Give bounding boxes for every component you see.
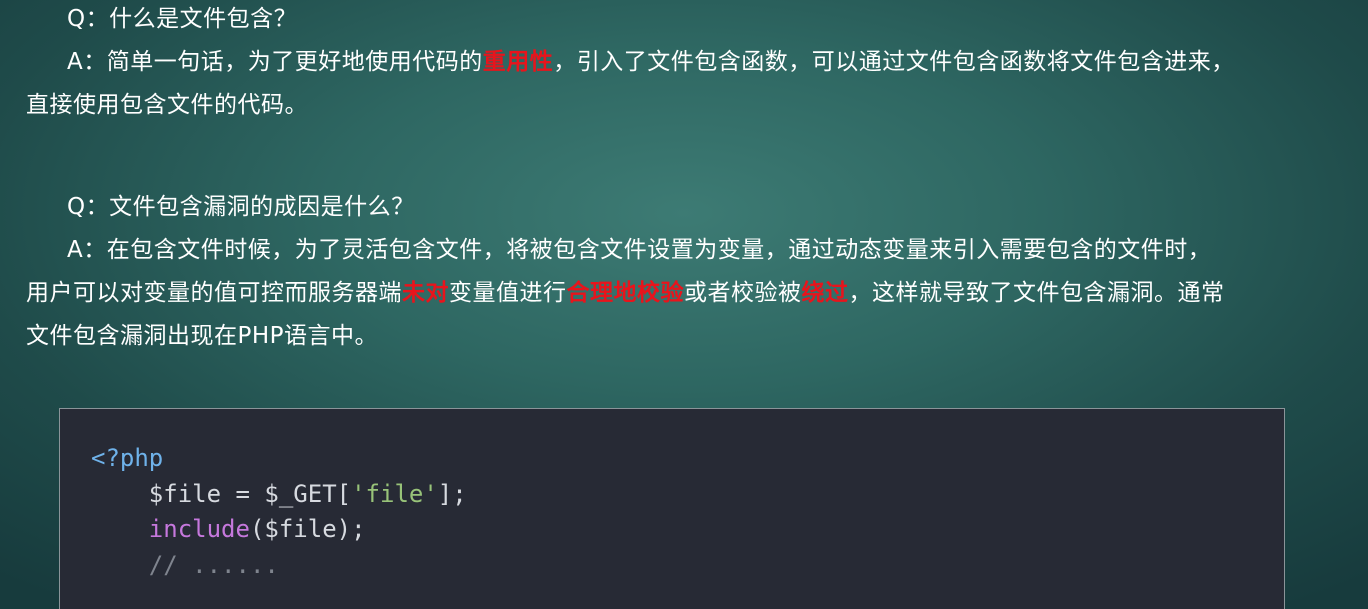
answer-segment: 用户可以对变量的值可控而服务器端	[26, 280, 402, 306]
code-block: <?php $file = $_GET['file']; include($fi…	[59, 408, 1285, 609]
answer-segment: ，引入了文件包含函数，可以通过文件包含函数将文件包含进来，	[553, 49, 1235, 75]
answer-text-continued: 直接使用包含文件的代码。	[26, 92, 308, 118]
answer-text-end: 文件包含漏洞出现在PHP语言中。	[26, 323, 379, 349]
answer-text-continued: 用户可以对变量的值可控而服务器端未对变量值进行合理地校验或者校验被绕过，这样就导…	[26, 272, 1346, 315]
highlight-bypassed: 绕过	[801, 280, 849, 306]
answer-text: A：在包含文件时候，为了灵活包含文件，将被包含文件设置为变量，通过动态变量来引入…	[67, 237, 1212, 263]
qa-block-file-inclusion: Q：什么是文件包含？ A：简单一句话，为了更好地使用代码的重用性，引入了文件包含…	[26, 0, 1346, 127]
answer-segment: 变量值进行	[449, 280, 567, 306]
code-assignment: $file = $_GET[	[148, 479, 352, 508]
answer-segment: ，这样就导致了文件包含漏洞。通常	[848, 280, 1225, 306]
code-string-literal: 'file'	[351, 479, 438, 508]
highlight-proper-validation: 合理地校验	[566, 280, 684, 306]
code-comment: // ......	[148, 550, 279, 579]
code-php-open-tag: <?php	[91, 444, 164, 472]
code-include-args: ($file);	[249, 515, 366, 543]
code-assignment-end: ];	[437, 479, 467, 508]
answer-text: A：简单一句话，为了更好地使用代码的重用性，引入了文件包含函数，可以通过文件包含…	[26, 41, 1346, 84]
question-text: Q：文件包含漏洞的成因是什么？	[67, 194, 415, 220]
question-text: Q：什么是文件包含？	[67, 6, 298, 32]
qa-block-vulnerability-cause: Q：文件包含漏洞的成因是什么？ A：在包含文件时候，为了灵活包含文件，将被包含文…	[26, 186, 1346, 358]
answer-segment: 或者校验被	[684, 280, 802, 306]
highlight-reusability: 重用性	[482, 49, 554, 75]
highlight-not: 未对	[402, 280, 449, 306]
answer-segment: A：简单一句话，为了更好地使用代码的	[67, 49, 483, 75]
code-include-keyword: include	[148, 515, 250, 543]
php-code: <?php $file = $_GET['file']; include($fi…	[91, 441, 467, 583]
